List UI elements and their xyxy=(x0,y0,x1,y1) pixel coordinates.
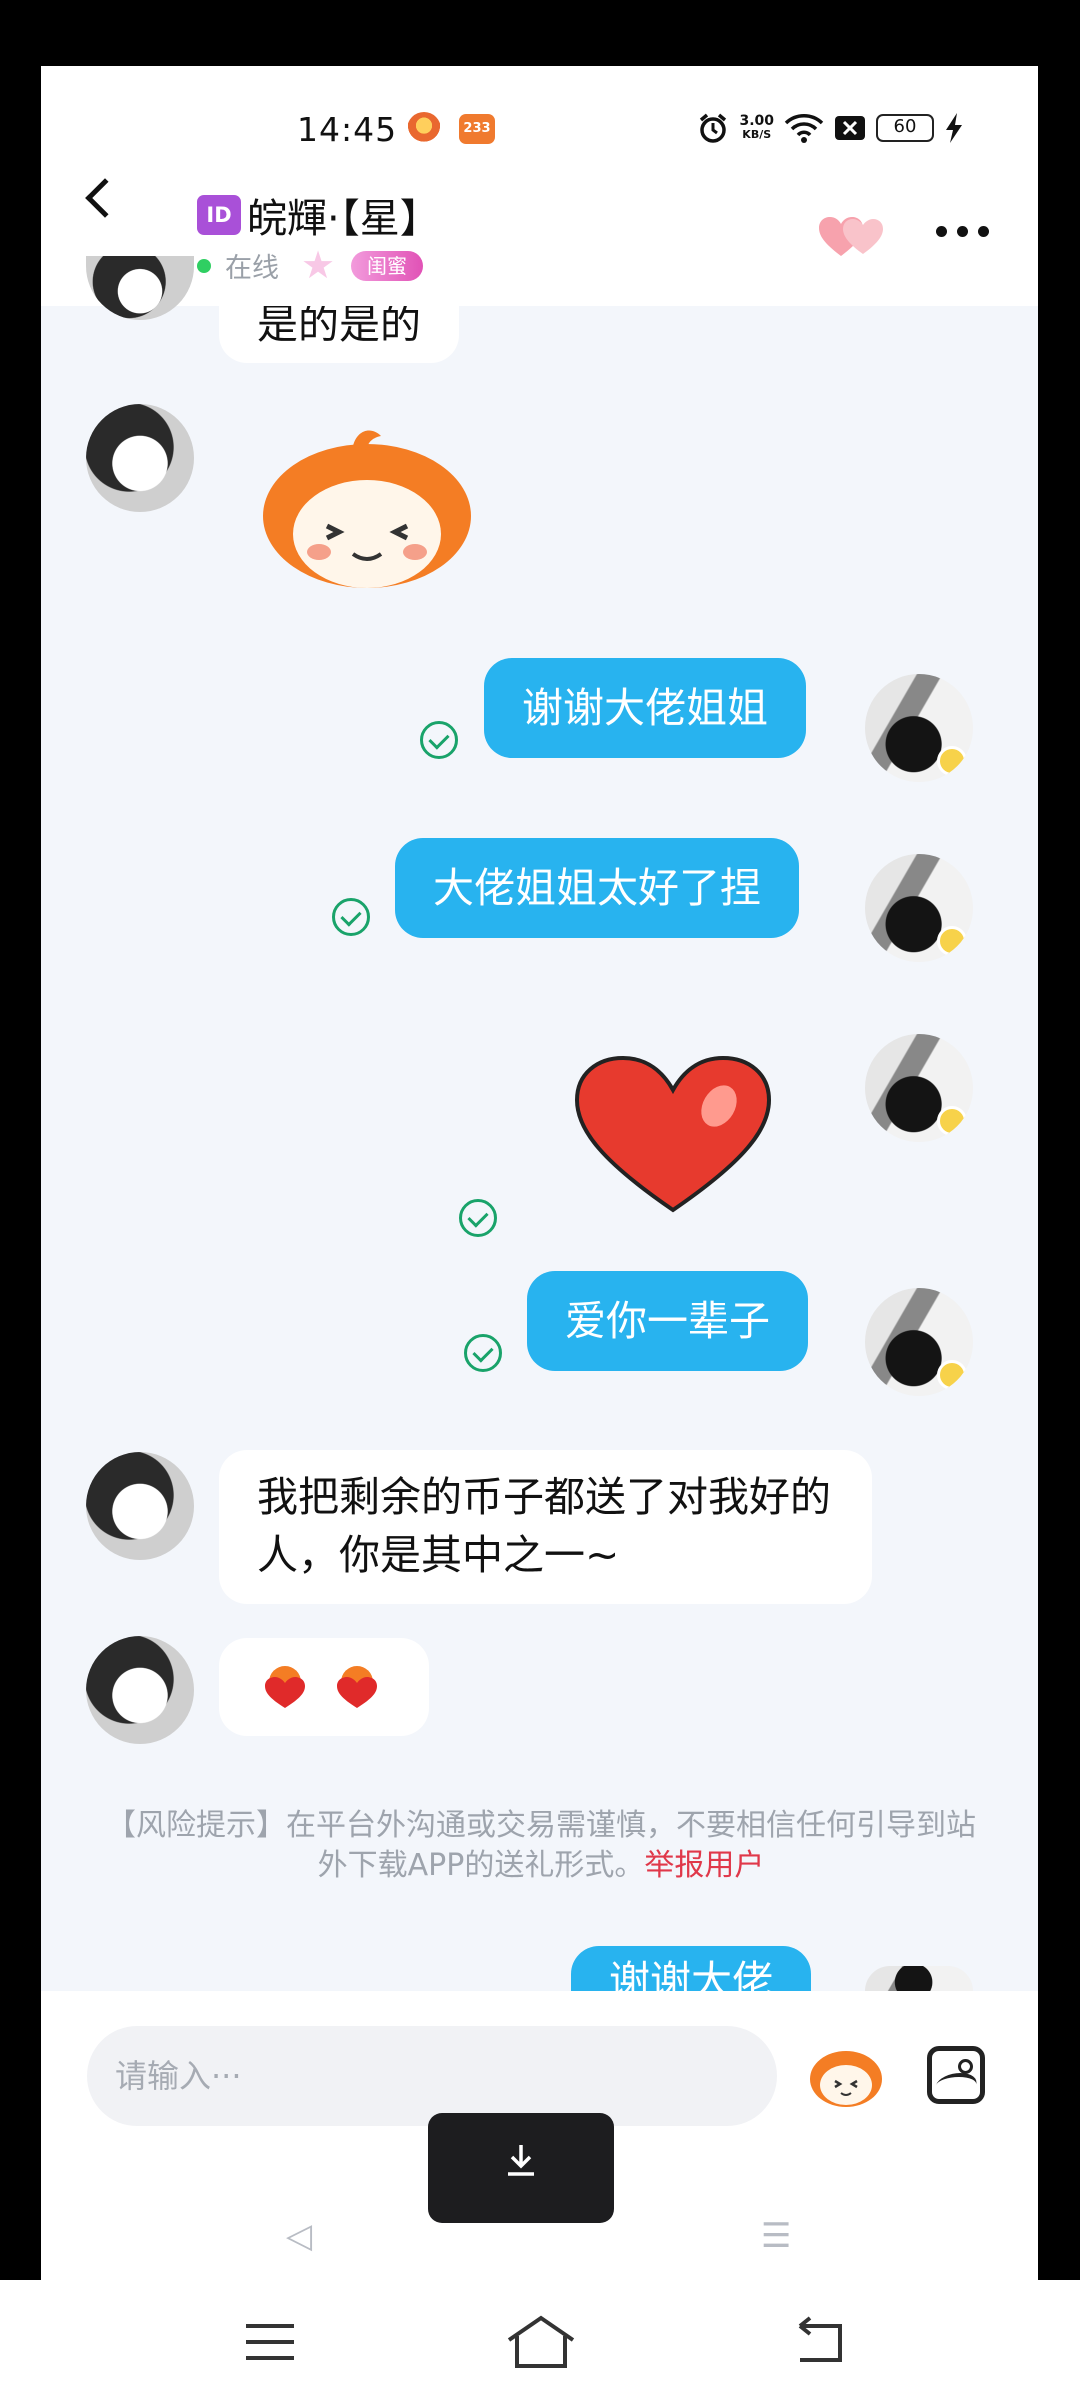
inner-nav-back-icon: ◁ xyxy=(286,2216,313,2256)
message-text: 谢谢大佬 xyxy=(609,1957,773,1991)
contact-name: 皖輝·【星】 xyxy=(247,196,440,242)
chat-screen: 14:45 233 3.00 KB/S 60 ID 皖輝·【星】 在线 闺蜜 xyxy=(41,66,1038,2280)
status-time: 14:45 xyxy=(297,110,398,149)
message-input[interactable]: 请输入··· xyxy=(87,2026,777,2126)
back-icon[interactable] xyxy=(790,2312,850,2372)
contact-avatar[interactable] xyxy=(86,404,194,512)
message-text: 谢谢大佬姐姐 xyxy=(522,684,768,732)
image-icon[interactable] xyxy=(927,2046,985,2104)
id-badge-icon: ID xyxy=(197,195,241,235)
emoji-heart-icon xyxy=(337,1666,377,1708)
network-speed: 3.00 KB/S xyxy=(739,113,774,141)
message-bubble-incoming[interactable]: 我把剩余的币子都送了对我好的人，你是其中之一~ xyxy=(219,1450,872,1604)
system-nav-bar xyxy=(0,2280,1080,2408)
risk-notice-text: 【风险提示】在平台外沟通或交易需谨慎，不要相信任何引导到站外下载APP的送礼形式… xyxy=(106,1808,976,1883)
contact-name-row[interactable]: ID 皖輝·【星】 xyxy=(197,186,440,244)
message-text: 我把剩余的币子都送了对我好的人，你是其中之一~ xyxy=(257,1473,831,1579)
hearts-icon[interactable] xyxy=(819,216,885,258)
risk-notice: 【风险提示】在平台外沟通或交易需谨慎，不要相信任何引导到站外下载APP的送礼形式… xyxy=(101,1806,981,1886)
my-avatar[interactable] xyxy=(865,854,973,962)
message-bubble-incoming[interactable]: 是的是的 xyxy=(219,306,459,363)
alarm-icon xyxy=(700,113,727,143)
battery-icon: 60 xyxy=(876,114,934,142)
message-bubble-outgoing[interactable]: 大佬姐姐太好了捏 xyxy=(395,838,799,938)
home-icon[interactable] xyxy=(505,2312,577,2372)
my-avatar[interactable] xyxy=(865,1288,973,1396)
emoji-heart-icon xyxy=(265,1666,305,1708)
notification-app-icon xyxy=(407,112,441,146)
menu-icon[interactable] xyxy=(240,2312,300,2372)
message-text: 是的是的 xyxy=(257,306,421,348)
my-avatar[interactable] xyxy=(865,1034,973,1142)
relationship-tag: 闺蜜 xyxy=(351,250,423,281)
online-dot-icon xyxy=(197,258,211,273)
sticker-image[interactable] xyxy=(257,426,477,596)
message-bubble-incoming[interactable] xyxy=(219,1638,429,1736)
download-icon xyxy=(508,2145,534,2176)
online-status-row: 在线 闺蜜 xyxy=(197,243,423,287)
my-avatar[interactable] xyxy=(865,674,973,782)
read-receipt-icon xyxy=(459,1199,497,1237)
message-bubble-outgoing[interactable]: 谢谢大佬 xyxy=(571,1946,811,1991)
contact-avatar[interactable] xyxy=(86,1636,194,1744)
more-icon[interactable] xyxy=(936,226,989,237)
message-bubble-outgoing[interactable]: 爱你一辈子 xyxy=(527,1271,808,1371)
message-text: 大佬姐姐太好了捏 xyxy=(433,864,761,912)
sticker-emoji-icon[interactable] xyxy=(807,2041,885,2109)
charging-icon xyxy=(946,113,962,143)
wifi-icon xyxy=(784,114,824,143)
contact-avatar[interactable] xyxy=(86,256,194,320)
message-bubble-outgoing[interactable]: 谢谢大佬姐姐 xyxy=(484,658,806,758)
read-receipt-icon xyxy=(464,1334,502,1372)
read-receipt-icon xyxy=(332,898,370,936)
status-indicators: 3.00 KB/S 60 xyxy=(697,110,964,146)
my-avatar[interactable] xyxy=(865,1966,973,1991)
star-decoration-icon xyxy=(297,243,359,287)
message-text: 爱你一辈子 xyxy=(565,1297,770,1345)
online-status: 在线 xyxy=(225,253,279,284)
sim-off-icon xyxy=(835,116,865,140)
read-receipt-icon xyxy=(420,721,458,759)
status-bar: 14:45 233 3.00 KB/S 60 xyxy=(41,66,1038,166)
notification-badge-icon: 233 xyxy=(459,114,495,144)
heart-sticker-image[interactable] xyxy=(573,1056,773,1216)
download-button[interactable] xyxy=(428,2113,614,2223)
contact-avatar[interactable] xyxy=(86,1452,194,1560)
report-user-link[interactable]: 举报用户 xyxy=(644,1848,764,1883)
inner-nav-menu-icon: ☰ xyxy=(761,2216,792,2256)
